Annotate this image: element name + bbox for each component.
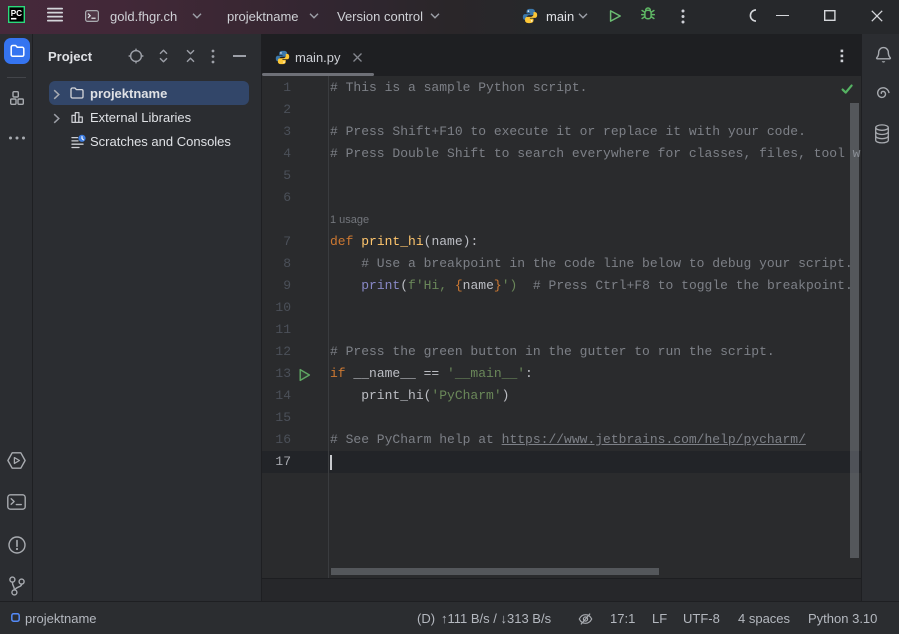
svg-text:PC: PC (11, 9, 22, 18)
